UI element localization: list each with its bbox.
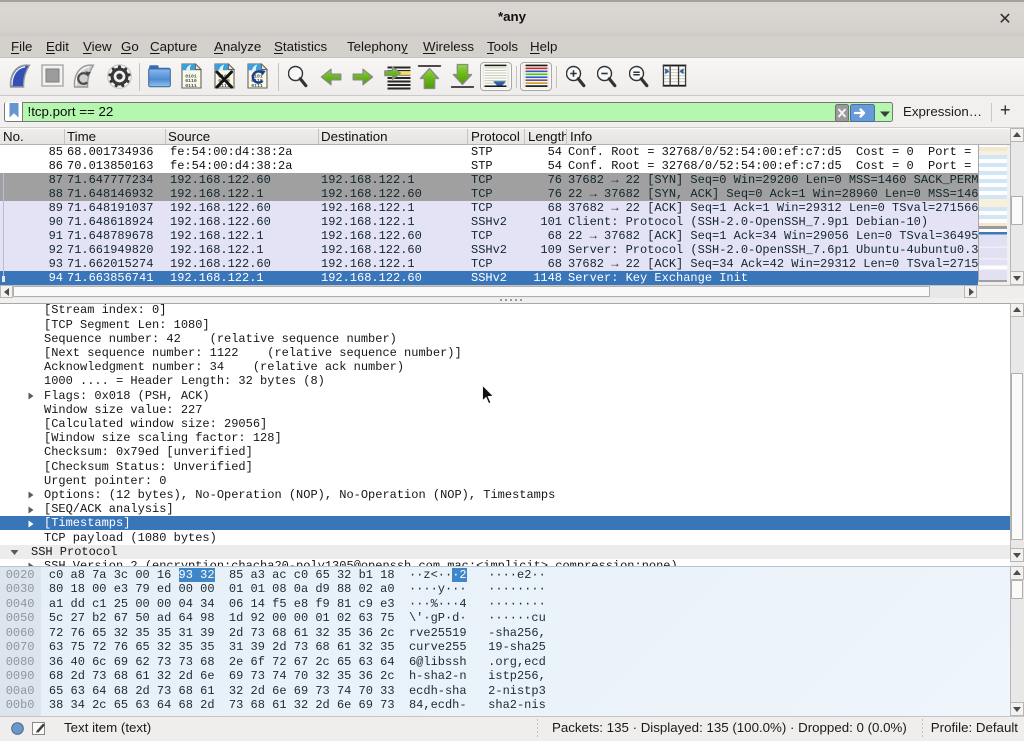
svg-text:0111: 0111 bbox=[185, 83, 197, 89]
